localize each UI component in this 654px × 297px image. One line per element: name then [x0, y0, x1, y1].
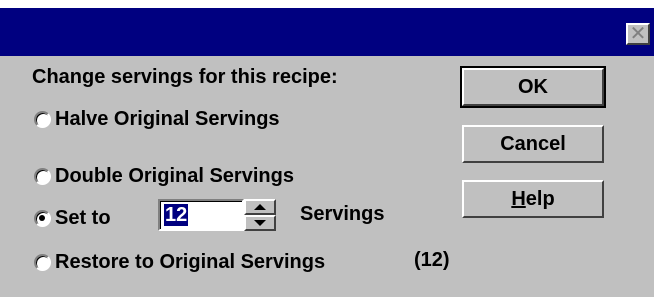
- spin-up-button[interactable]: [244, 199, 276, 215]
- ok-button[interactable]: OK: [460, 66, 606, 108]
- servings-spin-input[interactable]: 12: [158, 199, 244, 231]
- radio-double-icon[interactable]: [34, 167, 51, 185]
- radio-restore-label[interactable]: Restore to Original Servings: [55, 251, 325, 274]
- radio-set-to-icon[interactable]: [34, 209, 51, 227]
- close-icon[interactable]: ✕: [626, 23, 650, 45]
- prompt-label: Change servings for this recipe:: [32, 66, 338, 88]
- arrow-down-icon: [254, 220, 266, 226]
- radio-halve-icon[interactable]: [34, 110, 51, 128]
- arrow-up-icon: [254, 204, 266, 210]
- radio-double-servings[interactable]: Double Original Servings: [34, 163, 294, 189]
- original-servings-count: (12): [414, 249, 450, 271]
- radio-set-to[interactable]: Set to: [34, 205, 111, 231]
- servings-unit-label: Servings: [300, 203, 385, 225]
- cancel-button[interactable]: Cancel: [462, 125, 604, 163]
- help-button[interactable]: Help: [462, 180, 604, 218]
- title-bar: ✕: [0, 8, 654, 56]
- spin-down-button[interactable]: [244, 215, 276, 231]
- change-servings-dialog: ✕ Change servings for this recipe: Halve…: [0, 0, 654, 297]
- servings-spinner[interactable]: [244, 199, 276, 231]
- radio-halve-label[interactable]: Halve Original Servings: [55, 108, 280, 131]
- radio-restore-icon[interactable]: [34, 253, 51, 271]
- radio-restore-servings[interactable]: Restore to Original Servings: [34, 249, 325, 275]
- radio-set-to-label[interactable]: Set to: [55, 207, 111, 230]
- servings-value[interactable]: 12: [164, 204, 189, 226]
- top-strip: [0, 0, 654, 8]
- radio-halve-servings[interactable]: Halve Original Servings: [34, 106, 280, 132]
- radio-double-label[interactable]: Double Original Servings: [55, 165, 294, 188]
